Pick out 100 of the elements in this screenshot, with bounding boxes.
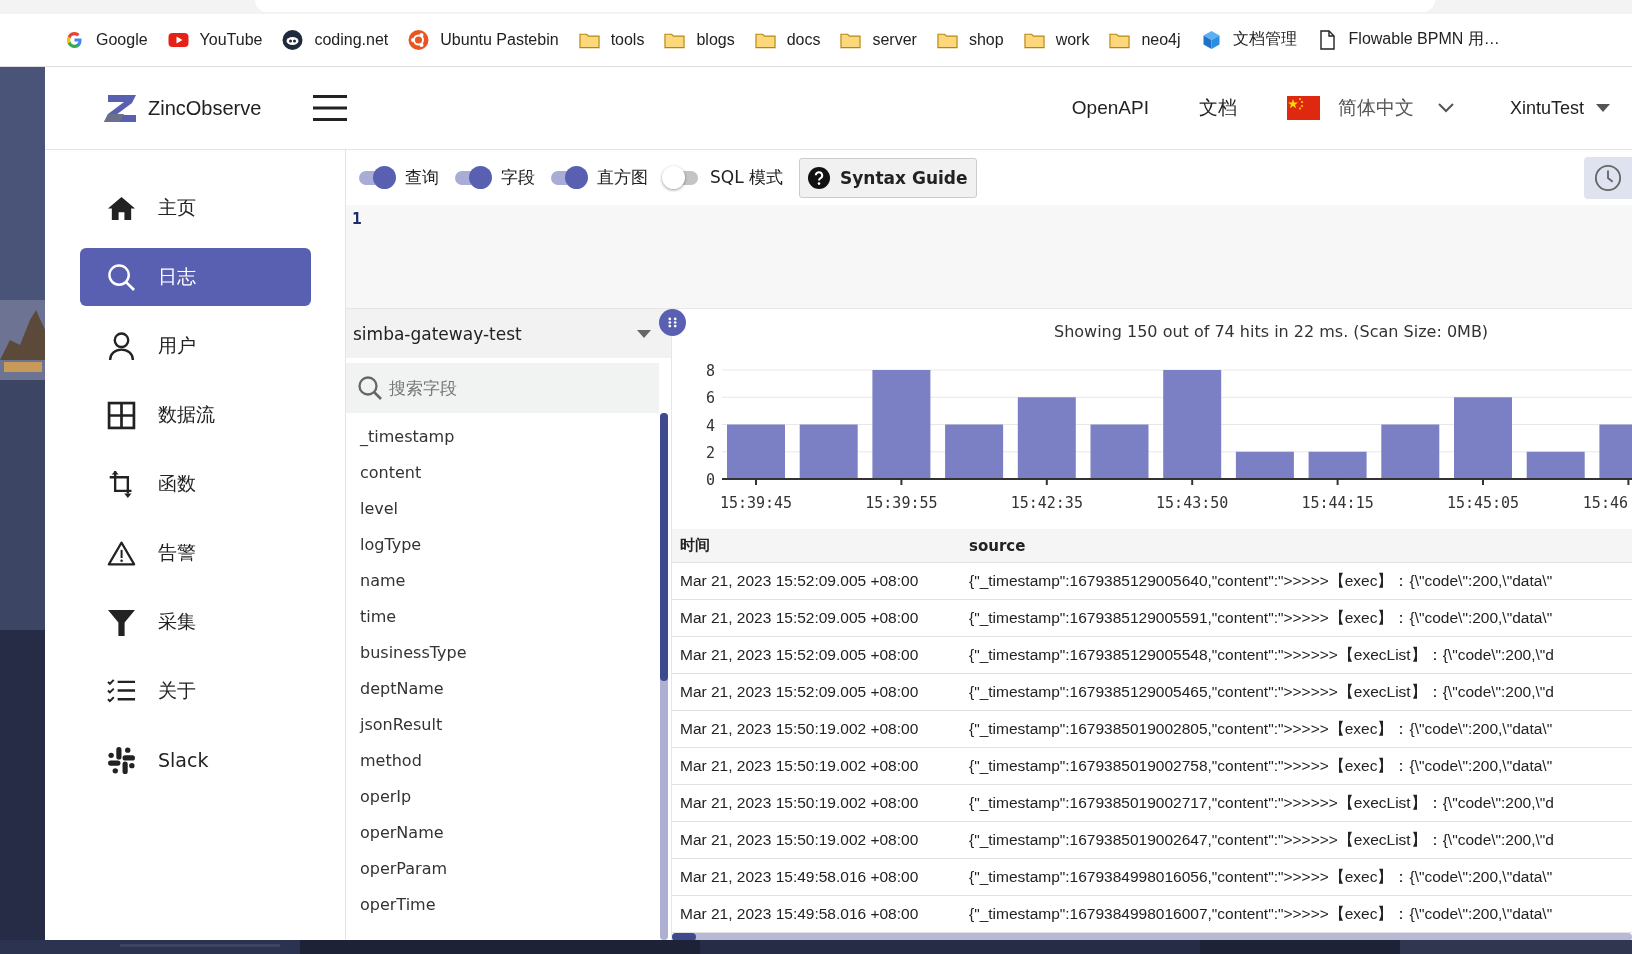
axis-label: 15:43:50 bbox=[1156, 494, 1229, 512]
syntax-guide-button[interactable]: Syntax Guide bbox=[799, 157, 977, 198]
user-icon bbox=[106, 331, 136, 361]
table-cell-text: {"_timestamp":1679385019002805,"content":">>>>>【exec】：{\"code\":200,\"data\" bbox=[968, 718, 1553, 739]
field-item[interactable]: content bbox=[360, 454, 671, 490]
chart-bar[interactable] bbox=[1308, 451, 1367, 479]
table-cell-text: {"_timestamp":1679384998016056,"content":">>>>>【exec】：{\"code\":200,\"data\" bbox=[968, 866, 1553, 887]
field-item[interactable]: deptName bbox=[360, 670, 671, 706]
chart-bar[interactable] bbox=[1235, 451, 1294, 479]
column-header[interactable]: source bbox=[961, 536, 1026, 555]
bookmark[interactable]: blogs bbox=[664, 29, 735, 50]
toggle[interactable]: 字段 bbox=[455, 166, 535, 189]
field-item[interactable]: operTime bbox=[360, 886, 671, 922]
flag-icon bbox=[1286, 96, 1320, 120]
stream-select[interactable]: simba-gateway-test bbox=[346, 309, 671, 358]
hash-icon bbox=[106, 745, 136, 775]
search-icon bbox=[106, 262, 136, 292]
bookmark[interactable]: Flowable BPMN 用… bbox=[1316, 29, 1500, 51]
sidebar-item[interactable]: 关于 bbox=[80, 662, 311, 720]
sidebar-item[interactable]: 数据流 bbox=[80, 386, 311, 444]
table-cell-text: Mar 21, 2023 15:50:19.002 +08:00 bbox=[679, 831, 920, 849]
bookmark[interactable]: work bbox=[1023, 29, 1090, 50]
scrollbar[interactable] bbox=[672, 933, 1632, 940]
field-item[interactable]: operName bbox=[360, 814, 671, 850]
cube-icon bbox=[1200, 29, 1222, 50]
column-header[interactable]: 时间 bbox=[672, 536, 961, 555]
sidebar-item[interactable]: 日志 bbox=[80, 248, 311, 306]
bookmark[interactable]: server bbox=[840, 29, 917, 50]
table-cell-text: Mar 21, 2023 15:49:58.016 +08:00 bbox=[679, 905, 920, 923]
toggle[interactable]: SQL 模式 bbox=[664, 166, 784, 189]
query-editor[interactable]: 1 bbox=[346, 205, 1632, 308]
field-item[interactable]: jsonResult bbox=[360, 706, 671, 742]
bookmark[interactable]: Ubuntu Pastebin bbox=[408, 29, 559, 50]
axis-label: 15:39:45 bbox=[719, 494, 793, 512]
field-item[interactable]: operParam bbox=[360, 850, 671, 886]
warning-icon bbox=[106, 538, 136, 568]
axis-label: 4 bbox=[705, 416, 715, 435]
caret-icon bbox=[637, 329, 651, 338]
sidebar-item[interactable]: 主页 bbox=[80, 179, 311, 237]
field-item[interactable]: _timestamp bbox=[360, 418, 671, 454]
user-menu[interactable]: XintuTest bbox=[1509, 97, 1610, 119]
table-cell-text: Mar 21, 2023 15:50:19.002 +08:00 bbox=[679, 720, 920, 738]
bookmark[interactable]: shop bbox=[936, 29, 1004, 50]
result-summary: Showing 150 out of 74 hits in 22 ms. (Scan Size: 0MB) bbox=[1054, 320, 1489, 343]
bookmark[interactable]: tools bbox=[578, 29, 645, 50]
field-item[interactable]: logType bbox=[360, 526, 671, 562]
time-range-button[interactable] bbox=[1584, 156, 1632, 199]
grid-icon bbox=[106, 400, 136, 430]
axis-label: 15:44:15 bbox=[1301, 494, 1374, 512]
table-cell-text: {"_timestamp":1679385019002647,"content":">>>>>>【execList】：{\"code\":200,\"d bbox=[968, 829, 1554, 850]
table-cell-text: Mar 21, 2023 15:52:09.005 +08:00 bbox=[679, 683, 920, 701]
sidebar-item[interactable]: 采集 bbox=[80, 593, 311, 651]
table-cell-text: {"_timestamp":1679385129005548,"content":">>>>>>【execList】：{\"code\":200,\"d bbox=[968, 644, 1554, 665]
sidebar-item[interactable]: 函数 bbox=[80, 455, 311, 513]
scrollbar[interactable] bbox=[660, 413, 668, 940]
table-cell-text: {"_timestamp":1679385129005591,"content":">>>>>【exec】：{\"code\":200,\"data\" bbox=[968, 607, 1553, 628]
axis-label: 15:42:35 bbox=[1010, 494, 1083, 512]
filter-icon bbox=[106, 607, 136, 637]
field-item[interactable]: level bbox=[360, 490, 671, 526]
axis-label: 2 bbox=[705, 443, 715, 462]
axis-label: 15:39:55 bbox=[865, 494, 938, 512]
sidebar-item[interactable]: Slack bbox=[80, 731, 311, 789]
bookmark[interactable]: neo4j bbox=[1109, 29, 1181, 50]
toggle[interactable]: 直方图 bbox=[551, 166, 648, 189]
bookmark[interactable]: Google bbox=[64, 29, 148, 50]
field-item[interactable]: name bbox=[360, 562, 671, 598]
panel-handle[interactable] bbox=[659, 309, 686, 336]
search-icon bbox=[357, 375, 383, 401]
table-cell-text: Mar 21, 2023 15:52:09.005 +08:00 bbox=[679, 646, 920, 664]
table-cell-text: Mar 21, 2023 15:49:58.016 +08:00 bbox=[679, 868, 920, 886]
sidebar-item[interactable]: 告警 bbox=[80, 524, 311, 582]
toggle[interactable]: 查询 bbox=[359, 166, 439, 189]
dots-icon bbox=[668, 317, 677, 328]
table-cell-text: Mar 21, 2023 15:50:19.002 +08:00 bbox=[679, 757, 920, 775]
field-item[interactable]: time bbox=[360, 598, 671, 634]
field-search[interactable]: 搜索字段 bbox=[346, 363, 659, 413]
field-item[interactable]: operIp bbox=[360, 778, 671, 814]
table-cell-text: {"_timestamp":1679385019002717,"content":">>>>>>【execList】：{\"code\":200,\"d bbox=[968, 792, 1554, 813]
language-select[interactable]: 简体中文 bbox=[1286, 95, 1454, 121]
chart-bar[interactable] bbox=[1526, 451, 1585, 479]
nav-link[interactable]: 文档 bbox=[1198, 95, 1237, 121]
table-cell-text: Mar 21, 2023 15:52:09.005 +08:00 bbox=[679, 609, 920, 627]
field-item[interactable]: method bbox=[360, 742, 671, 778]
field-item[interactable]: businessType bbox=[360, 634, 671, 670]
nav-link[interactable]: OpenAPI bbox=[1071, 97, 1149, 119]
bookmark[interactable]: 文档管理 bbox=[1200, 29, 1297, 51]
bookmark[interactable]: docs bbox=[754, 29, 821, 50]
clock-icon bbox=[1594, 163, 1622, 192]
circle-of-friends-icon bbox=[408, 29, 430, 50]
table-cell-text: Mar 21, 2023 15:50:19.002 +08:00 bbox=[679, 794, 920, 812]
caret-icon bbox=[1596, 104, 1610, 112]
axis-label: 6 bbox=[705, 389, 715, 408]
sidebar-item[interactable]: 用户 bbox=[80, 317, 311, 375]
table-cell-text: {"_timestamp":1679384998016007,"content":">>>>>【exec】：{\"code\":200,\"data\" bbox=[968, 903, 1553, 924]
menu-icon[interactable] bbox=[313, 95, 348, 121]
table-cell-text: {"_timestamp":1679385129005640,"content":">>>>>【exec】：{\"code\":200,\"data\" bbox=[968, 570, 1553, 591]
axis-label: 8 bbox=[705, 362, 715, 380]
table-cell-text: {"_timestamp":1679385129005465,"content":">>>>>>【execList】：{\"code\":200,\"d bbox=[968, 681, 1554, 702]
bookmark[interactable]: YouTube bbox=[167, 29, 263, 50]
bookmark[interactable]: coding.net bbox=[282, 29, 389, 50]
